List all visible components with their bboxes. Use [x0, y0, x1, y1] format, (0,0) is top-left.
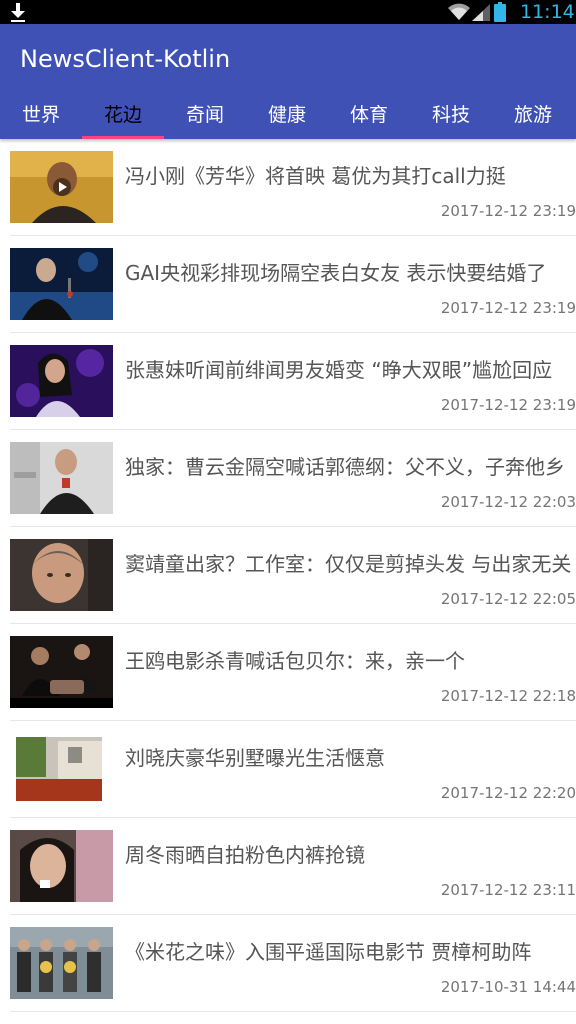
tab-sports[interactable]: 体育: [328, 94, 410, 139]
news-time: 2017-12-12 22:05: [440, 590, 576, 608]
tab-health[interactable]: 健康: [246, 94, 328, 139]
news-thumbnail: [10, 733, 113, 805]
news-thumbnail: [10, 539, 113, 611]
news-title: 冯小刚《芳华》将首映 葛优为其打call力挺: [125, 164, 506, 188]
status-bar: 11:14: [0, 0, 576, 24]
news-title: 刘晓庆豪华别墅曝光生活惬意: [125, 746, 385, 770]
news-title: 窦靖童出家？工作室：仅仅是剪掉头发 与出家无关: [125, 552, 572, 576]
status-time: 11:14: [520, 1, 575, 23]
news-thumbnail: [10, 830, 113, 902]
divider: [10, 1011, 576, 1012]
news-list: 冯小刚《芳华》将首映 葛优为其打call力挺 2017-12-12 23:19 …: [0, 139, 576, 1012]
news-title: 张惠妹听闻前绯闻男友婚变 “睁大双眼”尴尬回应: [125, 358, 553, 382]
news-item[interactable]: 周冬雨晒自拍粉色内裤抢镜 2017-12-12 23:11: [0, 818, 576, 915]
signal-icon: [472, 4, 490, 21]
news-item[interactable]: 刘晓庆豪华别墅曝光生活惬意 2017-12-12 22:20: [0, 721, 576, 818]
news-item[interactable]: GAI央视彩排现场隔空表白女友 表示快要结婚了 2017-12-12 23:19: [0, 236, 576, 333]
news-item[interactable]: 《米花之味》入围平遥国际电影节 贾樟柯助阵 2017-10-31 14:44: [0, 915, 576, 1012]
tab-gossip[interactable]: 花边: [82, 94, 164, 139]
tab-tech[interactable]: 科技: [410, 94, 492, 139]
news-title: 独家：曹云金隔空喊话郭德纲：父不义，子奔他乡: [125, 455, 565, 479]
news-thumbnail: [10, 927, 113, 999]
news-thumbnail: [10, 636, 113, 708]
app-bar: NewsClient-Kotlin: [0, 24, 576, 94]
news-title: GAI央视彩排现场隔空表白女友 表示快要结婚了: [125, 261, 547, 285]
news-thumbnail: [10, 345, 113, 417]
news-time: 2017-12-12 23:19: [440, 299, 576, 317]
news-time: 2017-12-12 22:20: [440, 784, 576, 802]
news-thumbnail: [10, 442, 113, 514]
tab-bar: 世界 花边 奇闻 健康 体育 科技 旅游: [0, 94, 576, 139]
news-title: 王鸥电影杀青喊话包贝尔：来，亲一个: [125, 649, 465, 673]
news-time: 2017-12-12 22:18: [440, 687, 576, 705]
wifi-icon: [448, 3, 470, 20]
battery-icon: [494, 2, 506, 22]
news-item[interactable]: 张惠妹听闻前绯闻男友婚变 “睁大双眼”尴尬回应 2017-12-12 23:19: [0, 333, 576, 430]
tab-travel[interactable]: 旅游: [492, 94, 574, 139]
news-item[interactable]: 窦靖童出家？工作室：仅仅是剪掉头发 与出家无关 2017-12-12 22:05: [0, 527, 576, 624]
news-item[interactable]: 冯小刚《芳华》将首映 葛优为其打call力挺 2017-12-12 23:19: [0, 139, 576, 236]
news-item[interactable]: 独家：曹云金隔空喊话郭德纲：父不义，子奔他乡 2017-12-12 22:03: [0, 430, 576, 527]
news-time: 2017-12-12 23:19: [440, 396, 576, 414]
news-title: 《米花之味》入围平遥国际电影节 贾樟柯助阵: [125, 940, 532, 964]
news-thumbnail: [10, 248, 113, 320]
news-time: 2017-10-31 14:44: [440, 978, 576, 996]
tab-world[interactable]: 世界: [0, 94, 82, 139]
news-item[interactable]: 王鸥电影杀青喊话包贝尔：来，亲一个 2017-12-12 22:18: [0, 624, 576, 721]
news-time: 2017-12-12 23:11: [440, 881, 576, 899]
news-time: 2017-12-12 23:19: [440, 202, 576, 220]
app-title: NewsClient-Kotlin: [20, 45, 231, 73]
news-time: 2017-12-12 22:03: [440, 493, 576, 511]
news-thumbnail: [10, 151, 113, 223]
news-title: 周冬雨晒自拍粉色内裤抢镜: [125, 843, 365, 867]
tab-oddities[interactable]: 奇闻: [164, 94, 246, 139]
download-icon: [11, 3, 25, 22]
